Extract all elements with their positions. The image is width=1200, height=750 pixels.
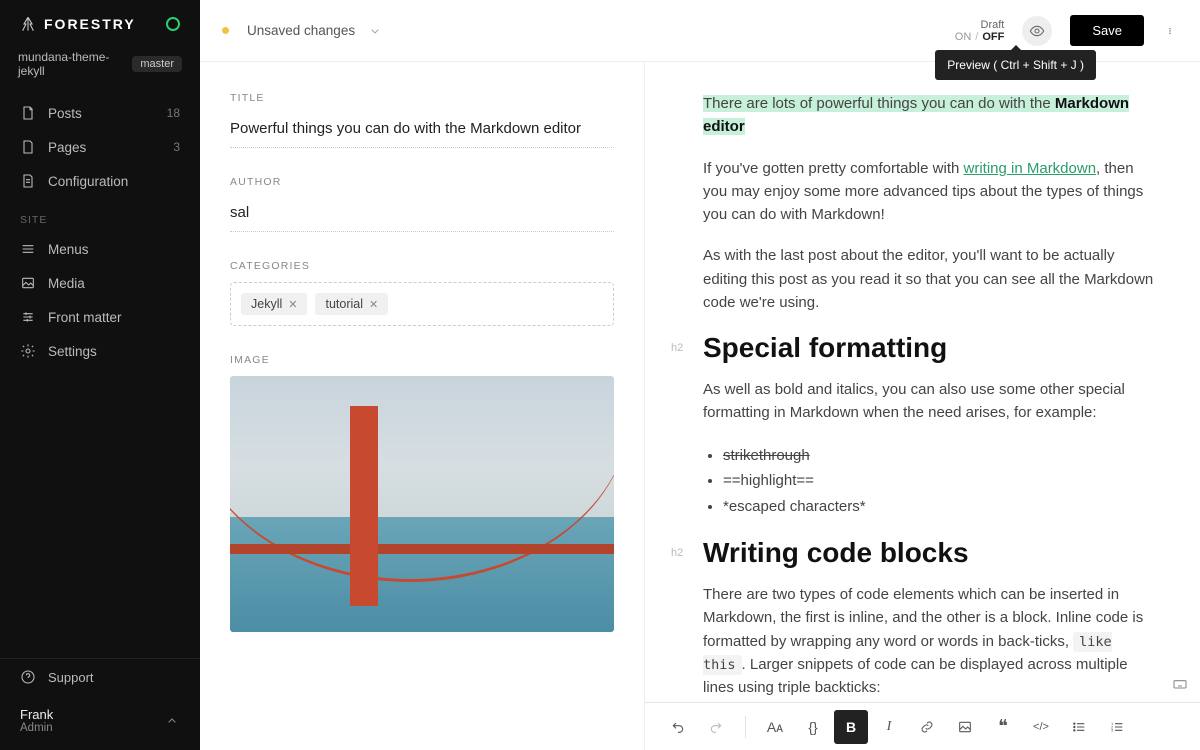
pages-count: 3 [173, 140, 180, 154]
sidebar-item-label: Configuration [48, 174, 128, 189]
brand-name: FORESTRY [44, 16, 136, 32]
remove-tag-button[interactable]: ✕ [288, 298, 297, 311]
code-button[interactable]: </> [1024, 710, 1058, 744]
author-field[interactable]: sal [230, 198, 614, 232]
sidebar-item-menus[interactable]: Menus [0, 232, 200, 266]
posts-count: 18 [167, 106, 180, 120]
undo-button[interactable] [661, 710, 695, 744]
more-menu-button[interactable] [1162, 23, 1178, 39]
image-button[interactable] [948, 710, 982, 744]
draft-on: ON [955, 31, 972, 43]
preview-button[interactable] [1022, 16, 1052, 46]
chevron-up-icon [164, 713, 180, 729]
sidebar-item-front-matter[interactable]: Front matter [0, 300, 200, 334]
sidebar-item-support[interactable]: Support [0, 658, 200, 695]
help-icon [20, 669, 36, 685]
forestry-logo-icon [20, 16, 36, 32]
user-role: Admin [20, 722, 53, 734]
sidebar-item-label: Menus [48, 242, 89, 257]
branch-chip: master [132, 56, 182, 72]
quote-button[interactable]: ❝ [986, 710, 1020, 744]
sidebar-item-posts[interactable]: Posts 18 [0, 96, 200, 130]
document-icon [20, 105, 36, 121]
title-field[interactable]: Powerful things you can do with the Mark… [230, 114, 614, 148]
redo-button[interactable] [699, 710, 733, 744]
logo-row: FORESTRY [0, 0, 200, 40]
categories-field-label: CATEGORIES [230, 260, 614, 272]
author-field-label: AUTHOR [230, 176, 614, 188]
save-button[interactable]: Save [1070, 15, 1144, 46]
image-field[interactable] [230, 376, 614, 632]
user-menu[interactable]: Frank Admin [0, 695, 200, 750]
bullet-list-button[interactable] [1062, 710, 1096, 744]
image-icon [20, 275, 36, 291]
front-matter-form: TITLE Powerful things you can do with th… [200, 62, 645, 750]
numbered-list-button[interactable]: 123 [1100, 710, 1134, 744]
sidebar-item-pages[interactable]: Pages 3 [0, 130, 200, 164]
menu-icon [20, 241, 36, 257]
category-tag: Jekyll✕ [241, 293, 307, 315]
document-icon [20, 173, 36, 189]
heading-2: h2Special formatting [703, 332, 1154, 364]
link-button[interactable] [910, 710, 944, 744]
eye-icon [1029, 23, 1045, 39]
support-label: Support [48, 670, 94, 685]
markdown-link[interactable]: writing in Markdown [964, 160, 1097, 177]
sidebar-item-label: Pages [48, 140, 86, 155]
document-icon [20, 139, 36, 155]
editor-toolbar: Aᴀ {} B I ❝ </> 123 [645, 702, 1200, 750]
keyboard-icon[interactable] [1172, 676, 1188, 692]
editor-pane: There are lots of powerful things you ca… [645, 62, 1200, 750]
user-name: Frank [20, 707, 53, 722]
draft-label: Draft [981, 19, 1005, 31]
categories-field[interactable]: Jekyll✕ tutorial✕ [230, 282, 614, 326]
site-section-label: SITE [0, 198, 200, 232]
project-selector[interactable]: mundana-theme-jekyll master [0, 40, 200, 96]
unsaved-label: Unsaved changes [247, 23, 355, 38]
italic-button[interactable]: I [872, 710, 906, 744]
sidebar-item-settings[interactable]: Settings [0, 334, 200, 368]
draft-toggle[interactable]: Draft ON / OFF [955, 19, 1005, 43]
svg-text:3: 3 [1111, 727, 1114, 732]
title-field-label: TITLE [230, 92, 614, 104]
topbar: Unsaved changes Draft ON / OFF Save Prev… [200, 0, 1200, 62]
bold-button[interactable]: B [834, 710, 868, 744]
sidebar-item-label: Posts [48, 106, 82, 121]
status-indicator-icon [166, 17, 180, 31]
image-field-label: IMAGE [230, 354, 614, 366]
draft-off: OFF [982, 31, 1004, 43]
remove-tag-button[interactable]: ✕ [369, 298, 378, 311]
sidebar-item-label: Front matter [48, 310, 122, 325]
sidebar: FORESTRY mundana-theme-jekyll master Pos… [0, 0, 200, 750]
category-tag: tutorial✕ [315, 293, 388, 315]
gear-icon [20, 343, 36, 359]
sidebar-item-media[interactable]: Media [0, 266, 200, 300]
project-name: mundana-theme-jekyll [18, 50, 124, 78]
heading-2: h2Writing code blocks [703, 537, 1154, 569]
sliders-icon [20, 309, 36, 325]
unsaved-indicator-icon [222, 27, 229, 34]
text-style-button[interactable]: Aᴀ [758, 710, 792, 744]
editor-content[interactable]: There are lots of powerful things you ca… [645, 62, 1200, 702]
sidebar-item-label: Media [48, 276, 85, 291]
sidebar-item-configuration[interactable]: Configuration [0, 164, 200, 198]
braces-button[interactable]: {} [796, 710, 830, 744]
sidebar-item-label: Settings [48, 344, 97, 359]
chevron-down-icon[interactable] [367, 23, 383, 39]
